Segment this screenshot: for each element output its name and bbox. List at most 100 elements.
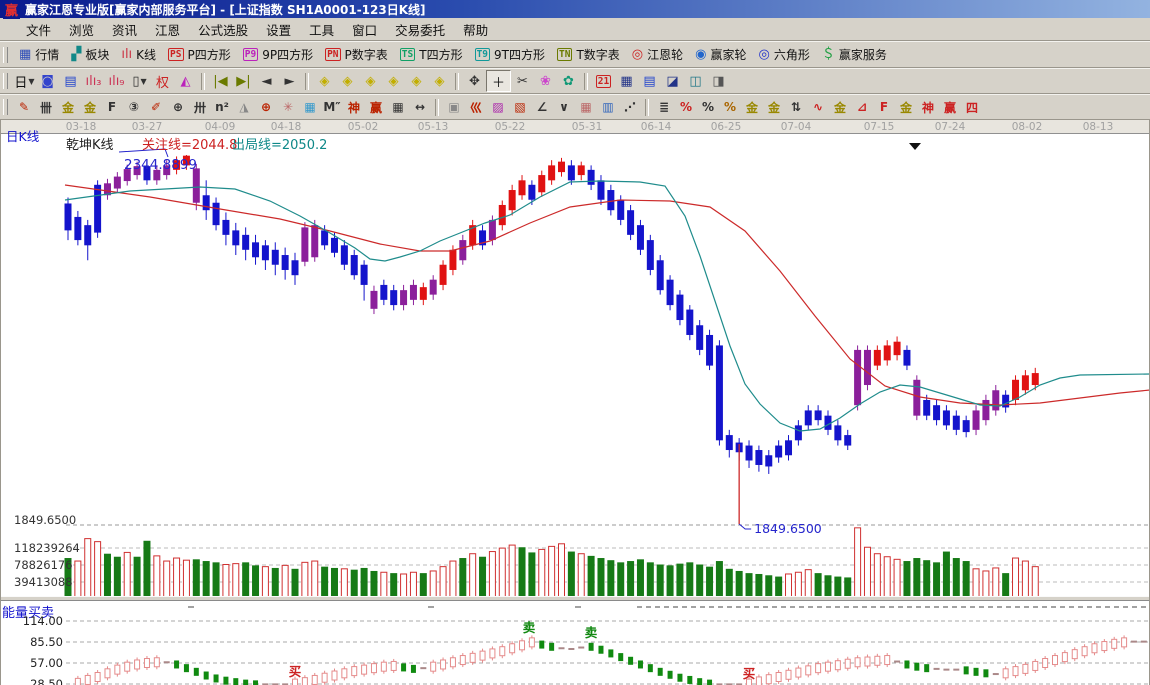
spiral-icon[interactable]: ③ [123,98,145,117]
gold-circle-icon[interactable]: 金 [741,98,763,117]
blank-dropdown[interactable]: ▯▼ [128,71,151,91]
box-tool-icon[interactable]: ▣ [443,98,465,117]
hexagon-button[interactable]: ◎六角形 [753,45,816,64]
price-grid-icon[interactable]: 卅 [189,98,211,117]
triangle-icon[interactable]: ◮ [233,98,255,117]
percent-retrace-icon[interactable]: % [675,98,697,117]
kline-style-icon[interactable]: ◙ [36,71,59,91]
menu-item-帮助[interactable]: 帮助 [454,18,497,41]
angle-tool-icon[interactable]: ∠ [531,98,553,117]
calendar-icon[interactable]: 21 [592,71,615,91]
gold-angle-icon[interactable]: 金 [895,98,917,117]
menu-item-工具[interactable]: 工具 [300,18,343,41]
nine-t-square-button[interactable]: T99T四方形 [469,45,551,64]
last-bar-icon[interactable]: ▶| [232,71,255,91]
report-icon[interactable]: ▤ [638,71,661,91]
reset-view-diamond-icon[interactable]: ◈ [428,71,451,91]
nine-p-square-button[interactable]: P99P四方形 [237,45,319,64]
menu-item-窗口[interactable]: 窗口 [343,18,386,41]
square-n2-icon[interactable]: n² [211,98,233,117]
chart-area[interactable]: 03-1803-2704-0904-1805-0205-1305-2205-31… [0,120,1150,685]
fan-lines-icon[interactable]: 巛 [465,98,487,117]
toolbar-label: 赢家轮 [711,46,747,63]
candles-3-icon[interactable]: ılı₃ [82,71,105,91]
winner-wheel-button[interactable]: ◉赢家轮 [689,45,752,64]
time-grid-icon[interactable]: 卌 [35,98,57,117]
h-span-icon[interactable]: ↔ [409,98,431,117]
kline-button[interactable]: ılıK线 [115,45,162,64]
date-tick: 08-02 [1012,121,1043,133]
stats-ruler-icon[interactable]: ≣ [653,98,675,117]
gold-ruler-2-icon[interactable]: 金 [79,98,101,117]
wave-mark-icon[interactable]: M″ [321,98,343,117]
expand-v-diamond-icon[interactable]: ◈ [382,71,405,91]
circle-grid-icon[interactable]: ⊕ [167,98,189,117]
v-lines-icon[interactable]: ∨ [553,98,575,117]
f-angle-icon[interactable]: F [873,98,895,117]
p-number-table-button[interactable]: PNP数字表 [319,45,394,64]
candles-9-icon[interactable]: ılı₉ [105,71,128,91]
gold-line-icon[interactable]: 金 [763,98,785,117]
zoom-left-diamond-icon[interactable]: ◈ [313,71,336,91]
clover-tool-icon[interactable]: ✿ [557,71,580,91]
fan-box-icon[interactable]: ▨ [487,98,509,117]
si-angle-icon[interactable]: 四 [961,98,983,117]
next-bar-icon[interactable]: ► [278,71,301,91]
fib-ruler-icon[interactable]: F [101,98,123,117]
percent-icon[interactable]: % [697,98,719,117]
full-view-diamond-icon[interactable]: ◈ [405,71,428,91]
export-icon[interactable]: ◫ [684,71,707,91]
fan-box-2-icon[interactable]: ▧ [509,98,531,117]
first-bar-icon[interactable]: |◀ [209,71,232,91]
winner-service-button[interactable]: ＄赢家服务 [816,45,893,64]
quotes-button[interactable]: ▦行情 [13,45,65,64]
grid-123-icon[interactable]: ▦ [387,98,409,117]
brush-icon[interactable]: ✎ [13,98,35,117]
calculator-icon[interactable]: ▦ [615,71,638,91]
period-dropdown[interactable]: 日▼ [13,71,36,91]
ying-angle-icon[interactable]: 赢 [939,98,961,117]
menu-item-公式选股[interactable]: 公式选股 [189,18,257,41]
expand-h-diamond-icon[interactable]: ◈ [359,71,382,91]
t-number-table-button[interactable]: TNT数字表 [551,45,626,64]
save-icon[interactable]: ◪ [661,71,684,91]
p-square-button[interactable]: PSP四方形 [162,45,237,64]
slash-lines-icon[interactable]: ⋰ [619,98,641,117]
info-panel-icon[interactable]: ▤ [59,71,82,91]
wave-line-icon[interactable]: ∿ [807,98,829,117]
zoom-right-diamond-icon[interactable]: ◈ [336,71,359,91]
menu-item-资讯[interactable]: 资讯 [103,18,146,41]
menu-item-浏览[interactable]: 浏览 [60,18,103,41]
menu-item-文件[interactable]: 文件 [17,18,60,41]
sectors-button[interactable]: ▞板块 [65,45,115,64]
shen-grid-icon[interactable]: 神 [343,98,365,117]
flower-tool-icon[interactable]: ❀ [534,71,557,91]
gold-wave-icon[interactable]: 金 [829,98,851,117]
rights-adjust-icon[interactable]: 权 [151,71,174,91]
volume-style-icon[interactable]: ◭ [174,71,197,91]
cut-tool-icon[interactable]: ✂ [511,71,534,91]
spider-web-icon[interactable]: ✳ [277,98,299,117]
compass-icon[interactable]: ⊕ [255,98,277,117]
hand-tool-icon[interactable]: ✥ [463,71,486,91]
crosshair-tool-icon[interactable]: ＋ [486,70,511,92]
menu-item-交易委托[interactable]: 交易委托 [386,18,454,41]
t-square-button[interactable]: TST四方形 [394,45,469,64]
grid-blue-icon[interactable]: ▥ [597,98,619,117]
menu-item-设置[interactable]: 设置 [257,18,300,41]
chart-canvas[interactable]: 03-1803-2704-0904-1805-0205-1305-2205-31… [0,120,1150,685]
terminal-icon[interactable]: ◨ [707,71,730,91]
menu-item-江恩[interactable]: 江恩 [146,18,189,41]
web-grid-icon[interactable]: ▦ [299,98,321,117]
j-angle-icon[interactable]: ⊿ [851,98,873,117]
kline-style-icon: ◙ [41,74,54,89]
grid-red-icon[interactable]: ▦ [575,98,597,117]
percent-line-icon[interactable]: % [719,98,741,117]
brush-2-icon[interactable]: ✐ [145,98,167,117]
shen-angle-icon[interactable]: 神 [917,98,939,117]
prev-bar-icon[interactable]: ◄ [255,71,278,91]
gold-ruler-icon[interactable]: 金 [57,98,79,117]
gann-wheel-button[interactable]: ◎江恩轮 [626,45,689,64]
price-time-icon[interactable]: ⇅ [785,98,807,117]
ying-grid-icon[interactable]: 赢 [365,98,387,117]
